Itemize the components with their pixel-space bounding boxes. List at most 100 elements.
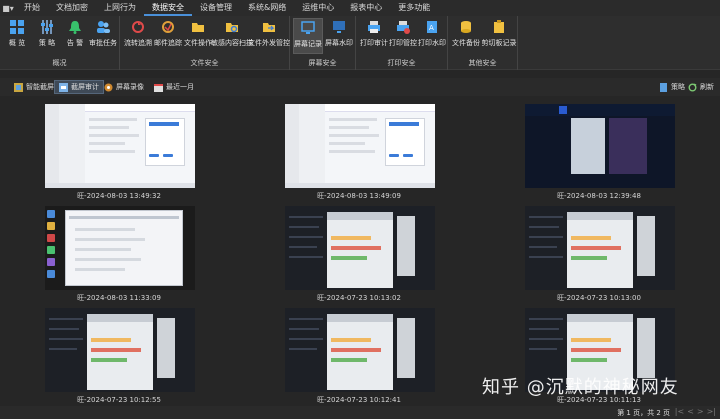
menu-item-web-behavior[interactable]: 上网行为 bbox=[96, 0, 144, 16]
menu-item-doc-encrypt[interactable]: 文档加密 bbox=[48, 0, 96, 16]
grid-icon bbox=[8, 18, 26, 36]
watermark-text: 知乎 @沉默的神秘网友 bbox=[482, 377, 679, 398]
screenshot-audit-button[interactable]: 截屏审计 bbox=[54, 80, 104, 94]
page-indicator: 第 1 页，共 2 页 bbox=[617, 409, 670, 417]
screenshot-grid: 旺-2024-08-03 13:49:32 旺-2024-08-03 13:49… bbox=[0, 100, 720, 406]
pagination-nav: |< < > >| bbox=[675, 407, 716, 416]
screen-record-button[interactable]: 屏幕记录 bbox=[293, 18, 323, 54]
menu-item-report-center[interactable]: 报表中心 bbox=[342, 0, 390, 16]
ribbon-group-print-security: 打印审计 打印管控 A 打印水印 打印安全 bbox=[356, 16, 448, 70]
monitor-icon bbox=[299, 19, 317, 37]
overview-button[interactable]: 概 览 bbox=[2, 18, 32, 54]
screenshot-card[interactable]: 旺-2024-07-23 10:13:02 bbox=[240, 202, 478, 304]
screen-watermark-button[interactable]: 屏幕水印 bbox=[324, 18, 354, 54]
screenshot-thumbnail[interactable] bbox=[45, 104, 195, 188]
screenshot-card[interactable]: 旺-2024-07-23 10:13:00 bbox=[480, 202, 718, 304]
screenshot-thumbnail[interactable] bbox=[525, 206, 675, 290]
ribbon-group-label: 屏幕安全 bbox=[308, 59, 337, 67]
ribbon: 概 览 策 略 告 警 审批任务 概况 流转追溯 邮件追踪 文件操作 敏感内容扫… bbox=[0, 16, 720, 70]
sliders-icon bbox=[38, 18, 56, 36]
monitor-watermark-icon bbox=[330, 18, 348, 36]
screenshot-caption: 旺-2024-07-23 10:13:02 bbox=[317, 294, 401, 302]
menu-item-start[interactable]: 开始 bbox=[16, 0, 48, 16]
refresh-button[interactable]: 刷新 bbox=[684, 80, 718, 94]
printer-control-icon bbox=[394, 18, 412, 36]
screenshot-caption: 旺-2024-08-03 13:49:09 bbox=[317, 192, 401, 200]
screenshot-thumbnail[interactable] bbox=[285, 104, 435, 188]
bell-icon bbox=[66, 18, 84, 36]
file-backup-button[interactable]: 文件备份 bbox=[451, 18, 481, 54]
menu-item-device-mgmt[interactable]: 设备管理 bbox=[192, 0, 240, 16]
screenshot-caption: 旺-2024-07-23 10:12:55 bbox=[77, 396, 161, 404]
ribbon-group-label: 文件安全 bbox=[190, 59, 219, 67]
video-icon bbox=[104, 83, 113, 92]
screenshot-thumbnail[interactable] bbox=[525, 104, 675, 188]
sensitive-scan-button[interactable]: 敏感内容扫描 bbox=[211, 18, 253, 54]
clipboard-icon bbox=[490, 18, 508, 36]
screenshot-caption: 旺-2024-07-23 10:13:00 bbox=[557, 294, 641, 302]
prev-page-icon[interactable]: < bbox=[687, 407, 694, 416]
clipboard-record-button[interactable]: 剪切板记录 bbox=[482, 18, 517, 54]
database-icon bbox=[457, 18, 475, 36]
screenshot-caption: 旺-2024-08-03 12:39:48 bbox=[557, 192, 641, 200]
menu-item-ops-center[interactable]: 运维中心 bbox=[294, 0, 342, 16]
policy-icon bbox=[659, 82, 668, 92]
ribbon-group-label: 其他安全 bbox=[468, 59, 497, 67]
ribbon-group-other-security: 文件备份 剪切板记录 其他安全 bbox=[448, 16, 518, 70]
file-outgoing-control-button[interactable]: 文件外发管控 bbox=[248, 18, 290, 54]
folder-icon bbox=[189, 18, 207, 36]
screenshot-caption: 旺-2024-08-03 11:33:09 bbox=[77, 294, 161, 302]
calendar-icon bbox=[154, 83, 163, 92]
menu-item-more[interactable]: 更多功能 bbox=[390, 0, 438, 16]
file-operation-button[interactable]: 文件操作 bbox=[183, 18, 213, 54]
ribbon-group-overview: 概 览 策 略 告 警 审批任务 概况 bbox=[0, 16, 120, 70]
mail-trace-button[interactable]: 邮件追踪 bbox=[153, 18, 183, 54]
ribbon-group-screen-security: 屏幕记录 屏幕水印 屏幕安全 bbox=[290, 16, 356, 70]
screenshot-card[interactable]: 旺-2024-07-23 10:12:55 bbox=[0, 304, 238, 406]
menu-item-system-network[interactable]: 系统&网络 bbox=[240, 0, 294, 16]
mail-trace-icon bbox=[159, 18, 177, 36]
screenshot-thumbnail[interactable] bbox=[45, 308, 195, 392]
alert-button[interactable]: 告 警 bbox=[60, 18, 90, 54]
print-control-button[interactable]: 打印管控 bbox=[388, 18, 418, 54]
screenshot-caption: 旺-2024-08-03 13:49:32 bbox=[77, 192, 161, 200]
document-watermark-icon: A bbox=[423, 18, 441, 36]
approval-task-button[interactable]: 审批任务 bbox=[88, 18, 118, 54]
screenshot-thumbnail[interactable] bbox=[45, 206, 195, 290]
policy-button[interactable]: 策 略 bbox=[32, 18, 62, 54]
screenshot-card[interactable]: 旺-2024-08-03 13:49:09 bbox=[240, 100, 478, 202]
toolbar: 智能截屏 截屏审计 屏幕录像 最近一月 策略 刷新 bbox=[0, 78, 720, 96]
ribbon-group-label: 打印安全 bbox=[387, 59, 416, 67]
screenshot-caption: 旺-2024-07-23 10:12:41 bbox=[317, 396, 401, 404]
folder-send-icon bbox=[260, 18, 278, 36]
flow-trace-button[interactable]: 流转追溯 bbox=[123, 18, 153, 54]
svg-text:A: A bbox=[429, 24, 434, 32]
image-icon bbox=[14, 82, 23, 92]
screenshot-card[interactable]: 旺-2024-07-23 10:12:41 bbox=[240, 304, 478, 406]
print-audit-button[interactable]: 打印审计 bbox=[359, 18, 389, 54]
smart-screenshot-button[interactable]: 智能截屏 bbox=[10, 80, 58, 94]
screen-recording-button[interactable]: 屏幕录像 bbox=[100, 80, 148, 94]
screenshot-icon bbox=[59, 82, 68, 92]
flow-icon bbox=[129, 18, 147, 36]
screenshot-card[interactable]: 旺-2024-08-03 12:39:48 bbox=[480, 100, 718, 202]
menu-item-data-security[interactable]: 数据安全 bbox=[144, 0, 192, 16]
print-watermark-button[interactable]: A 打印水印 bbox=[417, 18, 447, 54]
date-range-dropdown[interactable]: 最近一月 bbox=[150, 80, 198, 94]
ribbon-group-file-security: 流转追溯 邮件追踪 文件操作 敏感内容扫描 文件外发管控 文件安全 bbox=[120, 16, 290, 70]
last-page-icon[interactable]: >| bbox=[707, 407, 716, 416]
screenshot-card[interactable]: 旺-2024-08-03 11:33:09 bbox=[0, 202, 238, 304]
screenshot-thumbnail[interactable] bbox=[285, 206, 435, 290]
menu-bar: ■▾ 开始 文档加密 上网行为 数据安全 设备管理 系统&网络 运维中心 报表中… bbox=[0, 0, 720, 16]
printer-icon bbox=[365, 18, 383, 36]
refresh-icon bbox=[688, 83, 697, 92]
folder-scan-icon bbox=[223, 18, 241, 36]
first-page-icon[interactable]: |< bbox=[675, 407, 684, 416]
ribbon-group-label: 概况 bbox=[52, 59, 67, 67]
status-bar: 第 1 页，共 2 页 |< < > >| bbox=[0, 406, 720, 419]
app-menu-icon[interactable]: ■▾ bbox=[0, 0, 16, 16]
next-page-icon[interactable]: > bbox=[697, 407, 704, 416]
screenshot-card[interactable]: 旺-2024-08-03 13:49:32 bbox=[0, 100, 238, 202]
people-icon bbox=[94, 18, 112, 36]
screenshot-thumbnail[interactable] bbox=[285, 308, 435, 392]
